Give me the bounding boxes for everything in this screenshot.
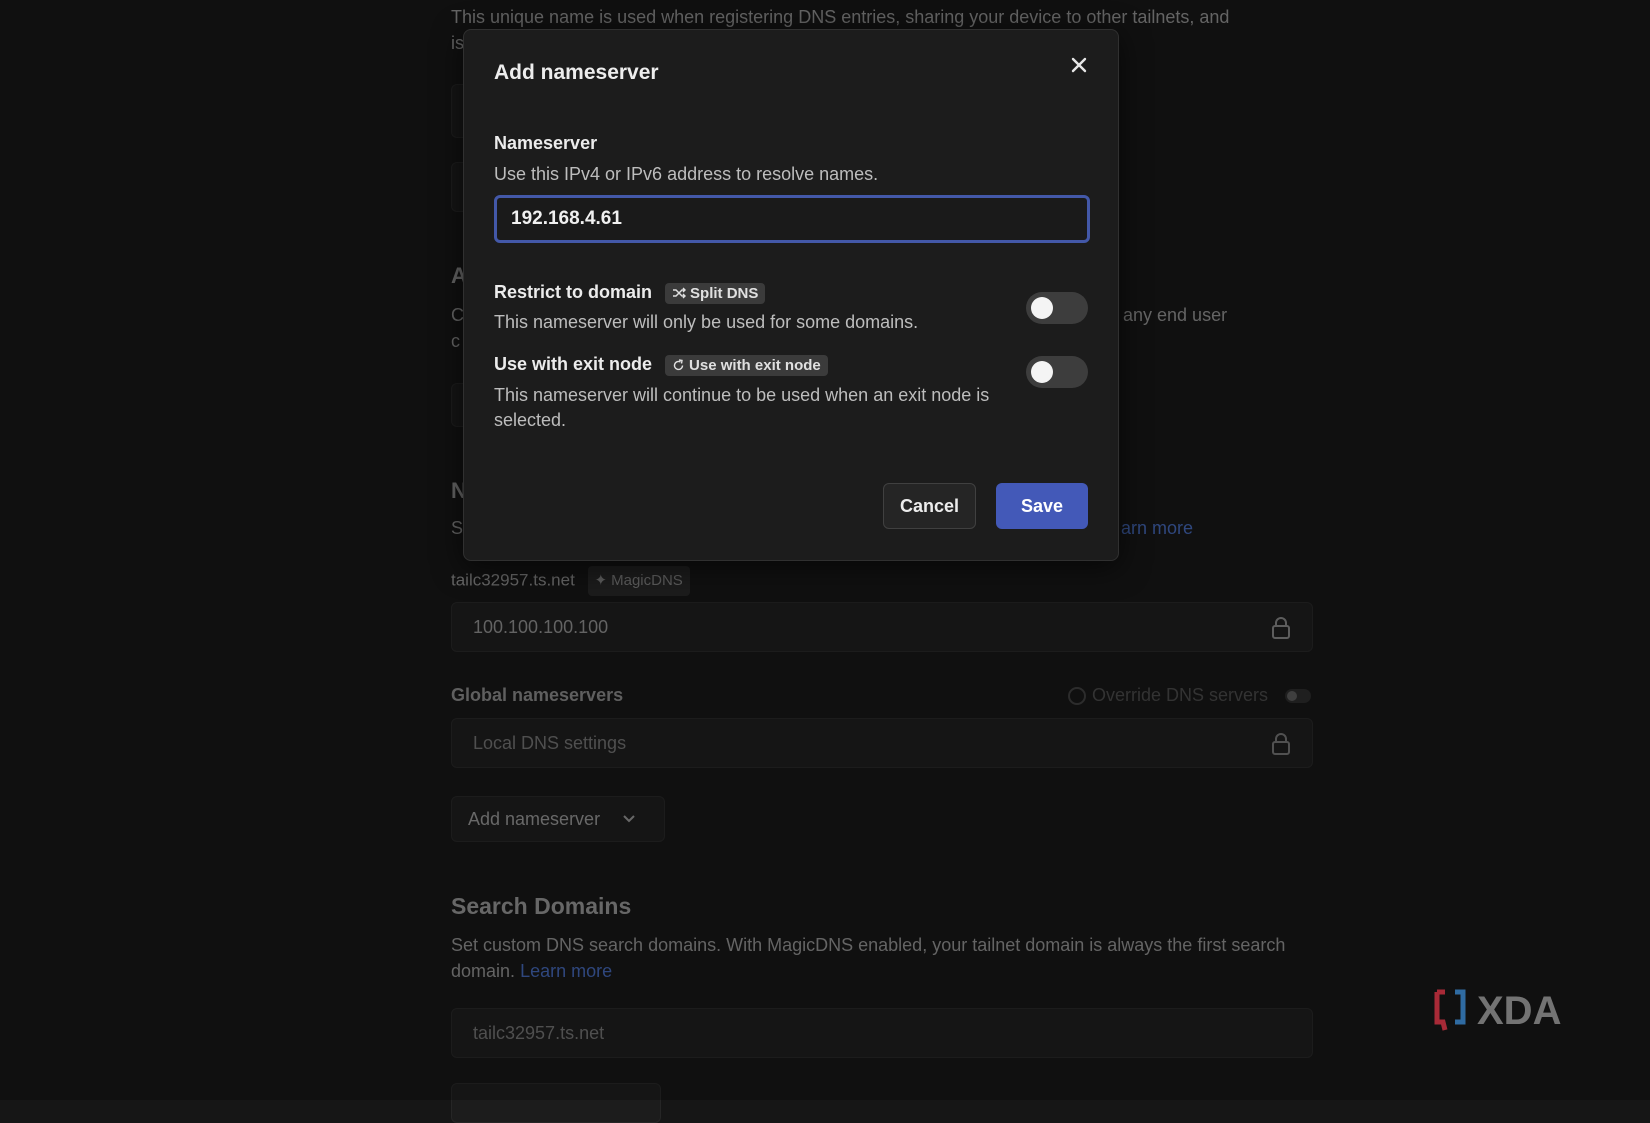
- split-dns-badge-label: Split DNS: [690, 284, 759, 302]
- split-dns-badge: Split DNS: [665, 282, 766, 304]
- nameserver-description: Use this IPv4 or IPv6 address to resolve…: [494, 164, 879, 184]
- exit-node-icon: [673, 359, 684, 370]
- nameserver-input[interactable]: [494, 195, 1090, 243]
- exit-node-badge-label: Use with exit node: [689, 356, 821, 374]
- exit-node-badge: Use with exit node: [665, 354, 828, 376]
- toggle-knob: [1031, 361, 1053, 383]
- use-with-exit-node-label: Use with exit node: [494, 354, 653, 374]
- toggle-knob: [1031, 297, 1053, 319]
- restrict-to-domain-row: Restrict to domain Split DNS: [494, 282, 766, 304]
- restrict-to-domain-label: Restrict to domain: [494, 282, 653, 302]
- restrict-to-domain-description: This nameserver will only be used for so…: [494, 312, 919, 332]
- save-button[interactable]: Save: [996, 483, 1088, 529]
- nameserver-label: Nameserver: [494, 133, 598, 153]
- use-with-exit-node-row: Use with exit node Use with exit node: [494, 354, 828, 376]
- use-with-exit-node-toggle[interactable]: [1026, 356, 1088, 388]
- use-with-exit-node-description-cont: selected.: [494, 410, 567, 430]
- close-icon[interactable]: [1066, 52, 1092, 78]
- restrict-to-domain-toggle[interactable]: [1026, 292, 1088, 324]
- dialog-title: Add nameserver: [494, 61, 659, 84]
- cancel-button[interactable]: Cancel: [883, 483, 976, 529]
- use-with-exit-node-description: This nameserver will continue to be used…: [494, 385, 990, 405]
- add-nameserver-dialog: Add nameserver Nameserver Use this IPv4 …: [463, 29, 1119, 561]
- shuffle-icon: [673, 287, 687, 299]
